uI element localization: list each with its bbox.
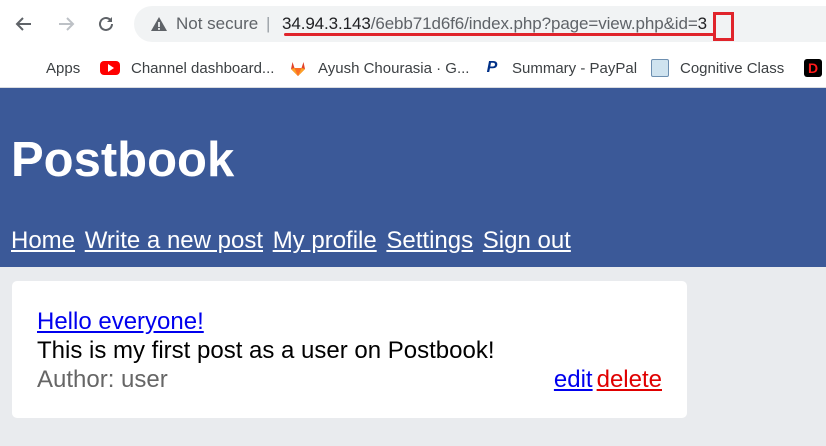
browser-toolbar: Not secure | 34.94.3.143/6ebb71d6f6/inde… <box>0 0 826 48</box>
bookmark-label: Channel dashboard... <box>131 59 275 77</box>
apps-grid-icon <box>17 59 35 77</box>
bookmark-gitlab[interactable]: Ayush Chourasia · G... <box>289 56 469 80</box>
paypal-icon: P <box>486 59 498 76</box>
post-title-link[interactable]: Hello everyone! <box>37 308 204 336</box>
d-app-icon: D <box>804 59 822 77</box>
post-actions: edit delete <box>554 366 662 394</box>
forward-arrow-icon[interactable] <box>54 12 78 36</box>
reload-icon[interactable] <box>94 12 118 36</box>
nav-home-link[interactable]: Home <box>11 227 75 254</box>
bookmarks-bar: Apps Channel dashboard... Ayush Chourasi… <box>0 48 826 88</box>
url-red-underline <box>284 33 714 36</box>
url-text[interactable]: 34.94.3.143/6ebb71d6f6/index.php?page=vi… <box>282 14 707 34</box>
cognitive-class-icon <box>651 59 669 77</box>
post-author: Author: user <box>37 366 168 393</box>
nav-sign-out-link[interactable]: Sign out <box>483 227 571 254</box>
bookmark-label: Summary - PayPal <box>512 59 638 77</box>
omnibox-separator: | <box>266 14 271 33</box>
post-card: Hello everyone! This is my first post as… <box>12 281 687 418</box>
url-host: 34.94.3.143 <box>282 14 371 33</box>
nav-settings-link[interactable]: Settings <box>386 227 473 254</box>
url-id-value: 3 <box>697 14 708 33</box>
bookmark-channel-dashboard[interactable]: Channel dashboard... <box>100 56 274 80</box>
youtube-icon <box>100 61 120 75</box>
gitlab-icon <box>291 62 305 76</box>
delete-post-link[interactable]: delete <box>597 366 662 393</box>
id-red-highlight-box <box>713 12 734 41</box>
url-path: /6ebb71d6f6/index.php?page=view.php&id= <box>370 14 698 33</box>
post-body: This is my first post as a user on Postb… <box>37 337 495 364</box>
warning-triangle-icon[interactable] <box>150 15 168 33</box>
site-header: Postbook Home Write a new post My profil… <box>0 88 826 267</box>
nav-write-post-link[interactable]: Write a new post <box>85 227 263 254</box>
site-title: Postbook <box>11 133 235 187</box>
site-nav: Home Write a new post My profile Setting… <box>11 227 574 255</box>
bookmark-d-app[interactable]: D <box>804 56 826 80</box>
bookmark-cognitive-class[interactable]: Cognitive Class <box>651 56 784 80</box>
back-arrow-icon[interactable] <box>12 12 36 36</box>
edit-post-link[interactable]: edit <box>554 366 593 393</box>
bookmark-label: Cognitive Class <box>680 59 785 77</box>
nav-my-profile-link[interactable]: My profile <box>273 227 377 254</box>
bookmark-apps[interactable]: Apps <box>17 56 80 80</box>
bookmark-label: Apps <box>46 59 81 77</box>
bookmark-label: Ayush Chourasia · G... <box>318 59 470 77</box>
security-status: Not secure <box>176 14 259 33</box>
bookmark-paypal[interactable]: P Summary - PayPal <box>483 56 637 80</box>
